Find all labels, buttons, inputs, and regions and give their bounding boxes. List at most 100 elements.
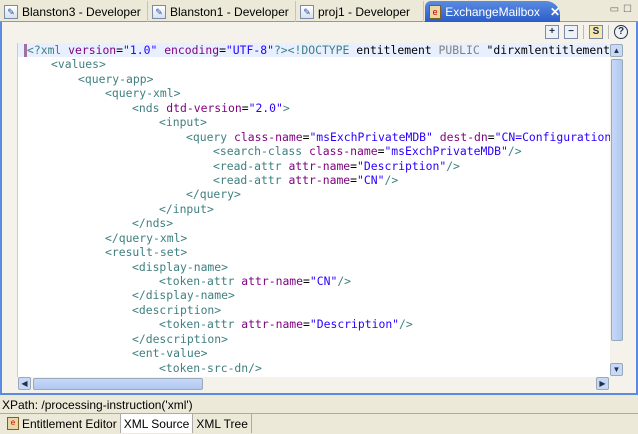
xml-tag: <!DOCTYPE xyxy=(287,43,357,57)
tab-blanston3[interactable]: ✎ Blanston3 - Developer xyxy=(0,1,148,22)
tab-label: ExchangeMailbox xyxy=(445,4,540,19)
expand-all-icon[interactable]: + xyxy=(545,25,559,39)
code-line: <description> xyxy=(18,303,610,317)
code-line: <input> xyxy=(18,115,610,129)
xml-tag: </nds> xyxy=(132,216,174,231)
tab-blanston1[interactable]: ✎ Blanston1 - Developer xyxy=(148,1,296,22)
horizontal-scrollbar[interactable]: ◀ ▶ xyxy=(17,377,610,391)
xml-text xyxy=(433,130,440,144)
xml-attribute-value: "UTF-8" xyxy=(225,43,274,57)
xml-attribute-value: "Description" xyxy=(309,317,400,332)
schema-icon[interactable]: S xyxy=(589,25,603,39)
tab-label: Entitlement Editor xyxy=(22,416,117,431)
project-icon: ✎ xyxy=(4,4,18,19)
xml-tag: <values> xyxy=(51,57,106,72)
scroll-left-icon[interactable]: ◀ xyxy=(18,377,31,390)
entitlement-icon: e xyxy=(7,417,19,430)
xml-tag: </display-name> xyxy=(132,288,235,303)
xml-tag: /> xyxy=(446,158,460,173)
xml-tag: <search-class xyxy=(213,144,310,159)
xml-tag: </query> xyxy=(186,187,241,202)
code-line: <?xml version="1.0" encoding="UTF-8"?><!… xyxy=(18,43,610,58)
collapse-all-icon[interactable]: − xyxy=(564,25,578,39)
xml-text: entitlement xyxy=(356,43,439,57)
xpath-status: XPath: /processing-instruction('xml') xyxy=(2,398,193,412)
code-line: </query-xml> xyxy=(18,231,610,245)
vertical-scrollbar[interactable]: ▲ ▼ xyxy=(610,43,624,377)
code-line: <read-attr attr-name="Description"/> xyxy=(18,159,610,173)
minimize-icon[interactable]: ▭ xyxy=(610,4,619,15)
toolbar-separator xyxy=(608,25,609,39)
scroll-right-icon[interactable]: ▶ xyxy=(596,377,609,390)
code-line: <values> xyxy=(18,57,610,71)
tab-label: Blanston3 - Developer xyxy=(22,4,141,19)
xml-text: = xyxy=(116,43,124,57)
xml-tag: > xyxy=(282,100,290,115)
entitlement-icon: e xyxy=(429,4,442,19)
xml-text: = xyxy=(241,100,249,115)
horizontal-scroll-thumb[interactable] xyxy=(33,378,203,390)
xml-tag: <token-attr xyxy=(159,317,242,332)
xml-attribute-value: "Description" xyxy=(357,158,447,173)
code-line: <search-class class-name="msExchPrivateM… xyxy=(18,144,610,158)
toolbar-separator xyxy=(583,25,584,39)
xml-tag: <query xyxy=(186,129,235,144)
xml-tag: <token-attr xyxy=(159,274,242,288)
xml-text: = xyxy=(350,158,358,173)
xml-attribute-name: attr-name xyxy=(241,274,304,288)
code-line: </description> xyxy=(18,332,610,346)
xml-text: "dirxmlentitlements" xyxy=(486,43,610,57)
xml-attribute-name: version xyxy=(68,43,117,57)
xml-tag: <description> xyxy=(132,302,222,317)
scroll-down-icon[interactable]: ▼ xyxy=(610,363,623,376)
code-line: <token-src-dn/> xyxy=(18,361,610,375)
code-line: <result-set> xyxy=(18,245,610,259)
xml-attribute-name: attr-name xyxy=(288,172,351,187)
xml-tag: <token-src-dn/> xyxy=(159,360,262,375)
code-line: <display-name> xyxy=(18,260,610,274)
vertical-scroll-thumb[interactable] xyxy=(611,59,623,341)
xml-text: = xyxy=(303,317,310,332)
project-icon: ✎ xyxy=(300,4,314,19)
xml-attribute-value: "CN" xyxy=(357,172,385,187)
xml-text: = xyxy=(487,129,495,144)
tab-entitlement-editor[interactable]: e Entitlement Editor xyxy=(4,414,121,433)
project-icon: ✎ xyxy=(152,4,166,19)
code-line: <read-attr attr-name="CN"/> xyxy=(18,173,610,187)
xml-attribute-value: "msExchPrivateMDB" xyxy=(384,144,508,159)
xml-tag: </description> xyxy=(132,331,229,346)
tab-xml-tree[interactable]: XML Tree xyxy=(193,414,252,433)
code-line: </nds> xyxy=(18,216,610,230)
tab-label: Blanston1 - Developer xyxy=(170,4,289,19)
xml-text: = xyxy=(219,43,226,57)
xml-source-text-area[interactable]: <?xml version="1.0" encoding="UTF-8"?><!… xyxy=(17,43,610,377)
xml-tag: <input> xyxy=(159,115,208,130)
xml-attribute-value: "CN" xyxy=(309,274,338,288)
xml-attribute-name: class-name xyxy=(234,129,303,144)
maximize-icon[interactable]: ☐ xyxy=(623,4,632,15)
tab-label: proj1 - Developer xyxy=(318,4,411,19)
tab-xml-source[interactable]: XML Source xyxy=(120,414,194,433)
code-line: <nds dtd-version="2.0"> xyxy=(18,101,610,115)
xml-editor-panel: + − S ? <?xml version="1.0" encoding="UT… xyxy=(0,22,638,395)
code-line: <token-attr attr-name="CN"/> xyxy=(18,274,610,288)
scroll-up-icon[interactable]: ▲ xyxy=(610,44,623,57)
tab-proj1[interactable]: ✎ proj1 - Developer xyxy=(296,1,424,22)
code-line: <token-attr attr-name="Description"/> xyxy=(18,317,610,331)
xml-text: = xyxy=(350,172,358,187)
xml-attribute-value: "1.0" xyxy=(123,43,158,57)
code-line: </input> xyxy=(18,202,610,216)
tab-exchangemailbox[interactable]: e ExchangeMailbox ✕ xyxy=(425,1,560,22)
xml-attribute-name: encoding xyxy=(164,43,220,57)
close-icon[interactable]: ✕ xyxy=(550,5,560,19)
xml-tag: <read-attr xyxy=(213,158,289,173)
xml-attribute-name: attr-name xyxy=(288,158,351,173)
code-line: <query class-name = "msExchPrivateMDB" des… xyxy=(18,130,610,144)
xml-tag: <display-name> xyxy=(132,259,229,274)
xml-tag: /> xyxy=(507,144,522,159)
xml-tag: /> xyxy=(384,172,399,187)
xml-attribute-name: attr-name xyxy=(241,317,304,332)
help-icon[interactable]: ? xyxy=(614,25,628,39)
code-line: <ent-value> xyxy=(18,346,610,360)
xml-attribute-value: "msExchPrivateMDB" xyxy=(309,129,433,144)
